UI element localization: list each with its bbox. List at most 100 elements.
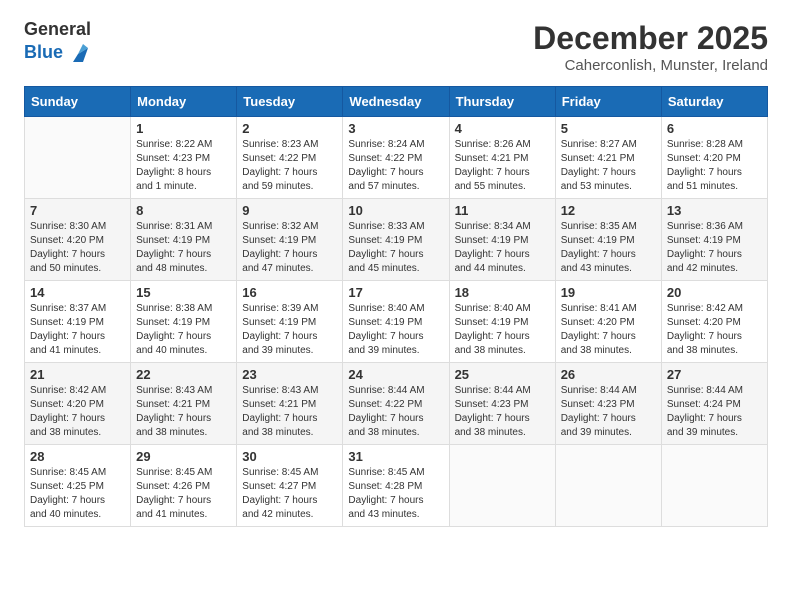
day-info: Sunrise: 8:42 AMSunset: 4:20 PMDaylight:… bbox=[667, 302, 762, 358]
week-row-4: 21 Sunrise: 8:42 AMSunset: 4:20 PMDayligh… bbox=[25, 363, 768, 445]
day-cell: 14 Sunrise: 8:37 AMSunset: 4:19 PMDayligh… bbox=[25, 281, 131, 363]
header-cell-saturday: Saturday bbox=[661, 87, 767, 117]
day-number: 23 bbox=[242, 367, 337, 382]
day-number: 8 bbox=[136, 203, 231, 218]
day-number: 4 bbox=[455, 121, 550, 136]
day-number: 10 bbox=[348, 203, 443, 218]
day-cell: 19 Sunrise: 8:41 AMSunset: 4:20 PMDayligh… bbox=[555, 281, 661, 363]
header-cell-monday: Monday bbox=[131, 87, 237, 117]
day-cell bbox=[449, 445, 555, 527]
day-cell: 3 Sunrise: 8:24 AMSunset: 4:22 PMDaylight… bbox=[343, 117, 449, 199]
day-cell: 9 Sunrise: 8:32 AMSunset: 4:19 PMDaylight… bbox=[237, 199, 343, 281]
day-number: 25 bbox=[455, 367, 550, 382]
day-number: 18 bbox=[455, 285, 550, 300]
week-row-1: 1 Sunrise: 8:22 AMSunset: 4:23 PMDaylight… bbox=[25, 117, 768, 199]
day-cell: 28Sunrise: 8:45 AMSunset: 4:25 PMDayligh… bbox=[25, 445, 131, 527]
header: General Blue December 2025 Caherconlish,… bbox=[24, 20, 768, 74]
day-info: Sunrise: 8:28 AMSunset: 4:20 PMDaylight:… bbox=[667, 138, 762, 194]
day-number: 26 bbox=[561, 367, 656, 382]
day-cell: 24Sunrise: 8:44 AMSunset: 4:22 PMDayligh… bbox=[343, 363, 449, 445]
day-cell: 5 Sunrise: 8:27 AMSunset: 4:21 PMDaylight… bbox=[555, 117, 661, 199]
day-cell: 7Sunrise: 8:30 AMSunset: 4:20 PMDaylight… bbox=[25, 199, 131, 281]
week-row-3: 14 Sunrise: 8:37 AMSunset: 4:19 PMDayligh… bbox=[25, 281, 768, 363]
title-area: December 2025 Caherconlish, Munster, Ire… bbox=[533, 20, 768, 74]
logo-icon bbox=[65, 40, 91, 66]
day-cell: 1 Sunrise: 8:22 AMSunset: 4:23 PMDaylight… bbox=[131, 117, 237, 199]
day-cell bbox=[555, 445, 661, 527]
logo-text-general: General bbox=[24, 20, 91, 40]
day-info: Sunrise: 8:23 AMSunset: 4:22 PMDaylight:… bbox=[242, 138, 337, 194]
week-row-2: 7Sunrise: 8:30 AMSunset: 4:20 PMDaylight… bbox=[25, 199, 768, 281]
header-cell-thursday: Thursday bbox=[449, 87, 555, 117]
day-cell: 4 Sunrise: 8:26 AMSunset: 4:21 PMDaylight… bbox=[449, 117, 555, 199]
day-number: 5 bbox=[561, 121, 656, 136]
day-cell: 23Sunrise: 8:43 AMSunset: 4:21 PMDayligh… bbox=[237, 363, 343, 445]
day-cell: 12 Sunrise: 8:35 AMSunset: 4:19 PMDayligh… bbox=[555, 199, 661, 281]
day-cell: 22 Sunrise: 8:43 AMSunset: 4:21 PMDayligh… bbox=[131, 363, 237, 445]
day-cell: 16 Sunrise: 8:39 AMSunset: 4:19 PMDayligh… bbox=[237, 281, 343, 363]
week-row-5: 28Sunrise: 8:45 AMSunset: 4:25 PMDayligh… bbox=[25, 445, 768, 527]
day-info: Sunrise: 8:30 AMSunset: 4:20 PMDaylight:… bbox=[30, 220, 125, 276]
day-number: 12 bbox=[561, 203, 656, 218]
day-cell: 17 Sunrise: 8:40 AMSunset: 4:19 PMDayligh… bbox=[343, 281, 449, 363]
day-info: Sunrise: 8:34 AMSunset: 4:19 PMDaylight:… bbox=[455, 220, 550, 276]
day-cell: 21 Sunrise: 8:42 AMSunset: 4:20 PMDayligh… bbox=[25, 363, 131, 445]
day-info: Sunrise: 8:45 AMSunset: 4:25 PMDaylight:… bbox=[30, 466, 125, 522]
day-number: 29 bbox=[136, 449, 231, 464]
day-info: Sunrise: 8:38 AMSunset: 4:19 PMDaylight:… bbox=[136, 302, 231, 358]
day-info: Sunrise: 8:45 AMSunset: 4:26 PMDaylight:… bbox=[136, 466, 231, 522]
day-number: 22 bbox=[136, 367, 231, 382]
day-cell: 15Sunrise: 8:38 AMSunset: 4:19 PMDayligh… bbox=[131, 281, 237, 363]
day-info: Sunrise: 8:40 AMSunset: 4:19 PMDaylight:… bbox=[455, 302, 550, 358]
day-info: Sunrise: 8:39 AMSunset: 4:19 PMDaylight:… bbox=[242, 302, 337, 358]
location-subtitle: Caherconlish, Munster, Ireland bbox=[533, 57, 768, 74]
day-number: 1 bbox=[136, 121, 231, 136]
day-number: 19 bbox=[561, 285, 656, 300]
day-info: Sunrise: 8:37 AMSunset: 4:19 PMDaylight:… bbox=[30, 302, 125, 358]
day-info: Sunrise: 8:44 AMSunset: 4:23 PMDaylight:… bbox=[455, 384, 550, 440]
day-info: Sunrise: 8:27 AMSunset: 4:21 PMDaylight:… bbox=[561, 138, 656, 194]
day-cell: 2 Sunrise: 8:23 AMSunset: 4:22 PMDaylight… bbox=[237, 117, 343, 199]
logo: General Blue bbox=[24, 20, 91, 66]
header-row: SundayMondayTuesdayWednesdayThursdayFrid… bbox=[25, 87, 768, 117]
day-info: Sunrise: 8:33 AMSunset: 4:19 PMDaylight:… bbox=[348, 220, 443, 276]
day-number: 16 bbox=[242, 285, 337, 300]
day-number: 14 bbox=[30, 285, 125, 300]
day-cell: 31Sunrise: 8:45 AMSunset: 4:28 PMDayligh… bbox=[343, 445, 449, 527]
day-cell: 18 Sunrise: 8:40 AMSunset: 4:19 PMDayligh… bbox=[449, 281, 555, 363]
day-number: 24 bbox=[348, 367, 443, 382]
day-info: Sunrise: 8:35 AMSunset: 4:19 PMDaylight:… bbox=[561, 220, 656, 276]
header-cell-friday: Friday bbox=[555, 87, 661, 117]
day-info: Sunrise: 8:24 AMSunset: 4:22 PMDaylight:… bbox=[348, 138, 443, 194]
day-number: 21 bbox=[30, 367, 125, 382]
day-info: Sunrise: 8:22 AMSunset: 4:23 PMDaylight:… bbox=[136, 138, 231, 194]
day-number: 3 bbox=[348, 121, 443, 136]
day-number: 9 bbox=[242, 203, 337, 218]
day-cell: 25 Sunrise: 8:44 AMSunset: 4:23 PMDayligh… bbox=[449, 363, 555, 445]
day-number: 17 bbox=[348, 285, 443, 300]
day-cell: 26Sunrise: 8:44 AMSunset: 4:23 PMDayligh… bbox=[555, 363, 661, 445]
day-info: Sunrise: 8:26 AMSunset: 4:21 PMDaylight:… bbox=[455, 138, 550, 194]
day-cell: 13Sunrise: 8:36 AMSunset: 4:19 PMDayligh… bbox=[661, 199, 767, 281]
day-number: 6 bbox=[667, 121, 762, 136]
day-info: Sunrise: 8:45 AMSunset: 4:27 PMDaylight:… bbox=[242, 466, 337, 522]
day-cell: 6 Sunrise: 8:28 AMSunset: 4:20 PMDaylight… bbox=[661, 117, 767, 199]
day-cell: 30 Sunrise: 8:45 AMSunset: 4:27 PMDayligh… bbox=[237, 445, 343, 527]
header-cell-sunday: Sunday bbox=[25, 87, 131, 117]
day-info: Sunrise: 8:41 AMSunset: 4:20 PMDaylight:… bbox=[561, 302, 656, 358]
calendar-table: SundayMondayTuesdayWednesdayThursdayFrid… bbox=[24, 86, 768, 527]
logo-text-blue: Blue bbox=[24, 43, 63, 63]
day-number: 30 bbox=[242, 449, 337, 464]
day-info: Sunrise: 8:44 AMSunset: 4:24 PMDaylight:… bbox=[667, 384, 762, 440]
day-info: Sunrise: 8:43 AMSunset: 4:21 PMDaylight:… bbox=[136, 384, 231, 440]
header-cell-wednesday: Wednesday bbox=[343, 87, 449, 117]
day-cell: 20 Sunrise: 8:42 AMSunset: 4:20 PMDayligh… bbox=[661, 281, 767, 363]
day-number: 11 bbox=[455, 203, 550, 218]
day-number: 13 bbox=[667, 203, 762, 218]
day-info: Sunrise: 8:42 AMSunset: 4:20 PMDaylight:… bbox=[30, 384, 125, 440]
day-info: Sunrise: 8:40 AMSunset: 4:19 PMDaylight:… bbox=[348, 302, 443, 358]
day-info: Sunrise: 8:32 AMSunset: 4:19 PMDaylight:… bbox=[242, 220, 337, 276]
day-number: 20 bbox=[667, 285, 762, 300]
day-number: 2 bbox=[242, 121, 337, 136]
day-cell: 29 Sunrise: 8:45 AMSunset: 4:26 PMDayligh… bbox=[131, 445, 237, 527]
